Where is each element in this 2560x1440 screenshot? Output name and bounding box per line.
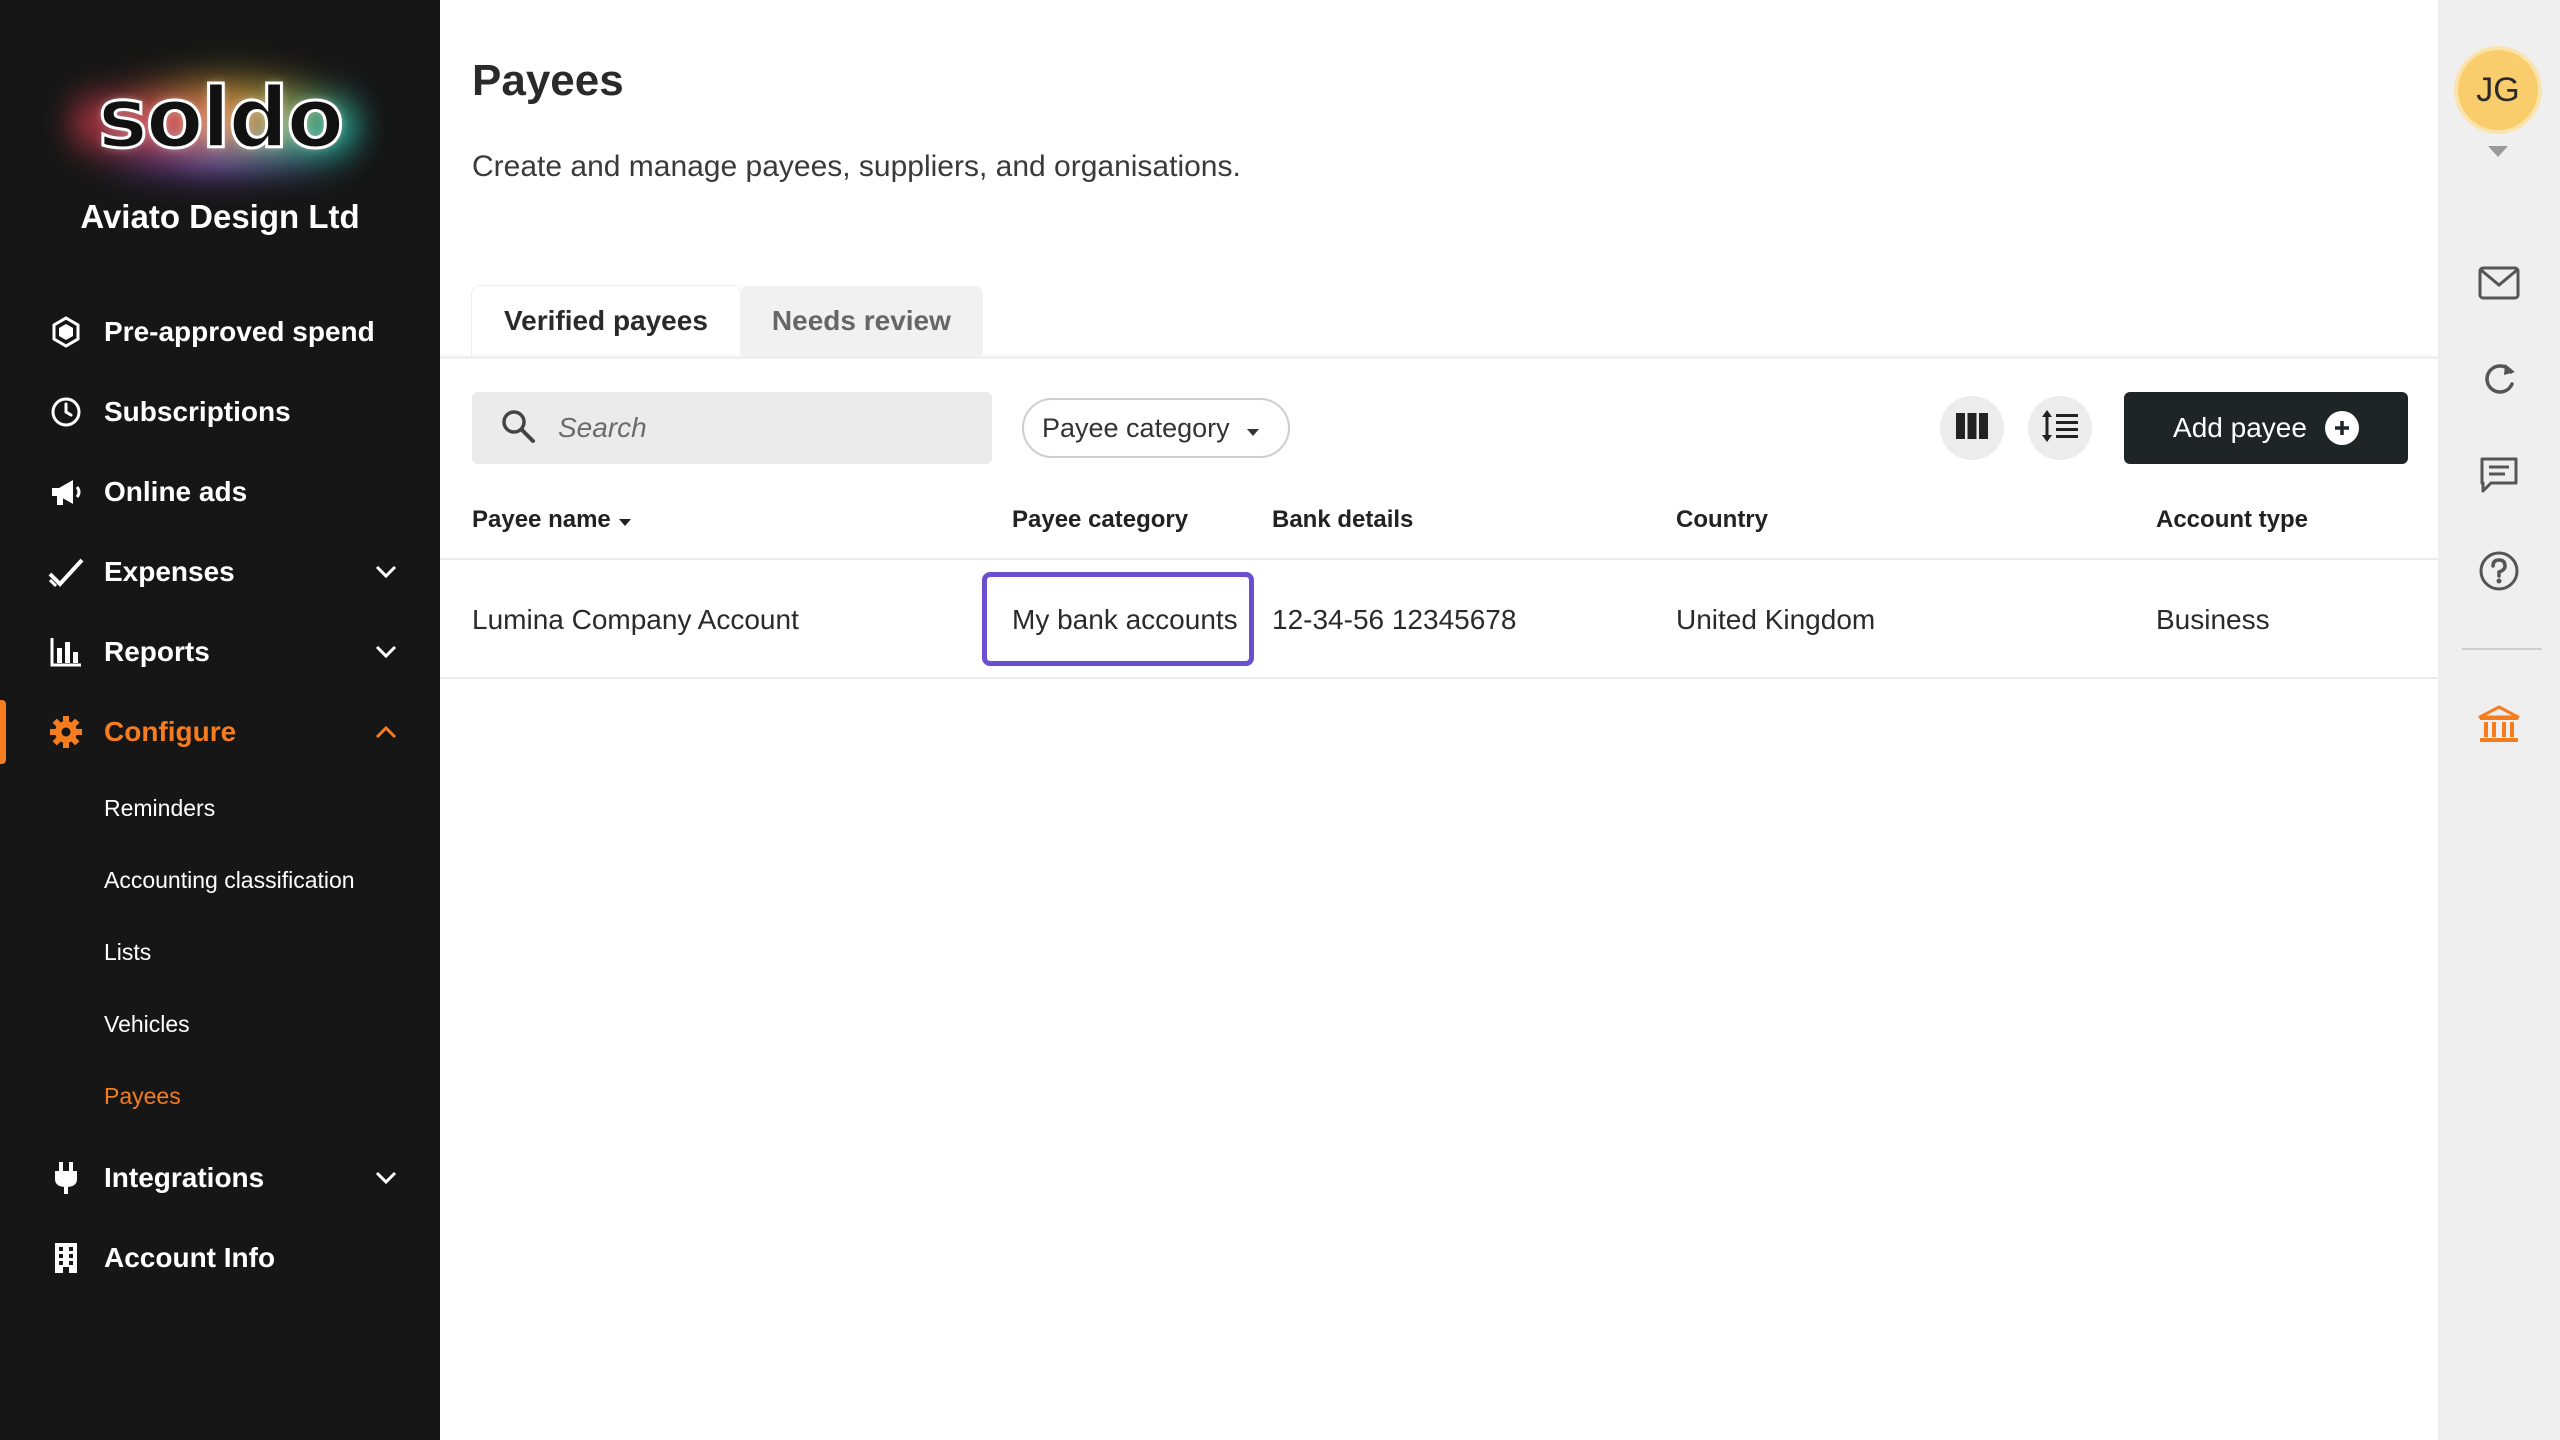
chevron-down-icon[interactable] xyxy=(372,638,400,666)
page-subtitle: Create and manage payees, suppliers, and… xyxy=(472,150,1241,183)
header-divider xyxy=(440,558,2438,560)
sidebar-item-label: Configure xyxy=(104,716,237,747)
chevron-down-icon[interactable] xyxy=(372,558,400,586)
logo-text: soldo xyxy=(96,68,345,169)
page-title: Payees xyxy=(472,56,624,105)
company-name: Aviato Design Ltd xyxy=(80,198,360,235)
cell-bank-details[interactable]: 12-34-56 12345678 xyxy=(1272,604,1516,636)
bank-icon[interactable] xyxy=(2474,700,2524,750)
column-header-bank-details[interactable]: Bank details xyxy=(1272,506,1413,534)
payee-category-filter[interactable]: Payee category xyxy=(1022,398,1290,458)
sidebar-item-label: Expenses xyxy=(104,556,235,587)
rail-divider xyxy=(2462,648,2542,650)
line-height-icon xyxy=(2040,409,2080,448)
sidebar-item-label: Account Info xyxy=(104,1242,276,1273)
tab-needs-review[interactable]: Needs review xyxy=(739,286,983,356)
search-icon xyxy=(500,408,536,449)
megaphone-icon xyxy=(48,474,84,510)
sidebar-item-subscriptions[interactable]: Subscriptions xyxy=(0,372,440,452)
sidebar-item-preapproved-spend[interactable]: Pre-approved spend xyxy=(0,292,440,372)
sidebar-item-online-ads[interactable]: Online ads xyxy=(0,452,440,532)
cell-account-type[interactable]: Business xyxy=(2156,604,2270,636)
sidebar-nav: Pre-approved spend Subscriptions Online … xyxy=(0,292,440,1298)
help-icon[interactable] xyxy=(2474,546,2524,596)
gear-icon xyxy=(48,714,84,750)
soldo-logo[interactable]: soldo xyxy=(0,48,440,188)
sidebar-item-account-info[interactable]: Account Info xyxy=(0,1218,440,1298)
plug-icon xyxy=(48,1160,84,1196)
cell-payee-category[interactable]: My bank accounts xyxy=(1012,604,1238,636)
sidebar-item-label: Online ads xyxy=(104,476,248,507)
plus-circle-icon xyxy=(2324,411,2359,445)
clock-icon xyxy=(48,394,84,430)
chat-icon[interactable] xyxy=(2474,450,2524,500)
chevron-up-icon[interactable] xyxy=(372,718,400,746)
sidebar-subitem-vehicles[interactable]: Vehicles xyxy=(0,988,440,1060)
row-density-button[interactable] xyxy=(2028,396,2092,460)
column-header-account-type[interactable]: Account type xyxy=(2156,506,2308,534)
tab-divider xyxy=(440,356,2438,359)
sidebar-item-label: Reports xyxy=(104,636,210,667)
hexagon-icon xyxy=(48,314,84,350)
sort-caret-icon xyxy=(618,506,631,534)
search-box[interactable] xyxy=(472,392,992,464)
sidebar-subitem-reminders[interactable]: Reminders xyxy=(0,772,440,844)
sidebar-item-integrations[interactable]: Integrations xyxy=(0,1138,440,1218)
bar-chart-icon xyxy=(48,634,84,670)
building-icon xyxy=(48,1240,84,1276)
add-payee-label: Add payee xyxy=(2173,412,2307,443)
sidebar: soldo Aviato Design Ltd Pre-approved spe… xyxy=(0,0,440,1440)
column-header-country[interactable]: Country xyxy=(1676,506,1768,534)
sidebar-subitem-lists[interactable]: Lists xyxy=(0,916,440,988)
mail-icon[interactable] xyxy=(2474,258,2524,308)
sidebar-subitem-accounting-classification[interactable]: Accounting classification xyxy=(0,844,440,916)
sidebar-item-configure[interactable]: Configure xyxy=(0,692,440,772)
columns-icon xyxy=(1955,411,1989,446)
column-header-payee-name[interactable]: Payee name xyxy=(472,506,631,534)
tab-bar: Verified payees Needs review xyxy=(472,286,983,356)
column-header-label: Payee name xyxy=(472,506,611,533)
row-divider xyxy=(440,677,2438,679)
sidebar-item-label: Pre-approved spend xyxy=(104,316,375,347)
tab-verified-payees[interactable]: Verified payees xyxy=(472,286,740,356)
main-content: Payees Create and manage payees, supplie… xyxy=(440,0,2438,1440)
filter-label: Payee category xyxy=(1042,412,1230,443)
columns-toggle-button[interactable] xyxy=(1940,396,2004,460)
chevron-down-icon[interactable] xyxy=(372,1164,400,1192)
sidebar-item-label: Subscriptions xyxy=(104,396,291,427)
caret-down-icon xyxy=(1246,413,1260,444)
cell-payee-name[interactable]: Lumina Company Account xyxy=(472,604,799,636)
right-rail: JG xyxy=(2438,0,2560,1440)
search-input[interactable] xyxy=(556,411,956,445)
avatar[interactable]: JG xyxy=(2458,50,2538,130)
sidebar-item-expenses[interactable]: Expenses xyxy=(0,532,440,612)
column-header-payee-category[interactable]: Payee category xyxy=(1012,506,1188,534)
sidebar-item-label: Integrations xyxy=(104,1162,265,1193)
cell-country[interactable]: United Kingdom xyxy=(1676,604,1875,636)
refresh-icon[interactable] xyxy=(2474,354,2524,404)
sidebar-subitem-payees[interactable]: Payees xyxy=(0,1060,440,1132)
sidebar-item-reports[interactable]: Reports xyxy=(0,612,440,692)
checkmark-icon xyxy=(48,554,84,590)
avatar-dropdown-icon[interactable] xyxy=(2488,146,2508,157)
add-payee-button[interactable]: Add payee xyxy=(2124,392,2408,464)
